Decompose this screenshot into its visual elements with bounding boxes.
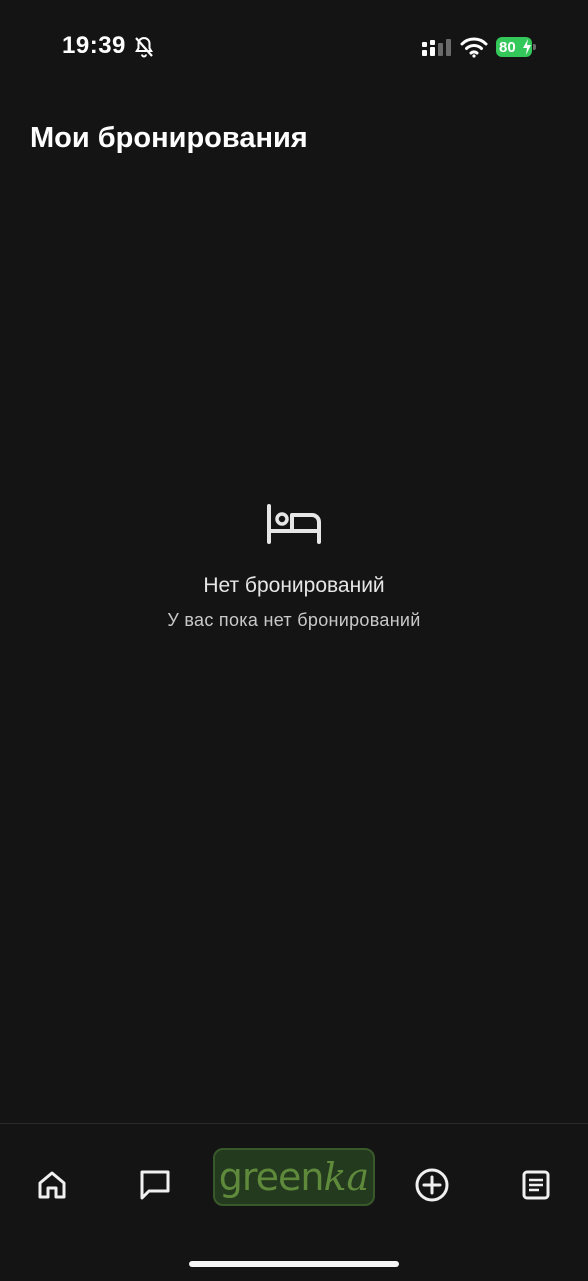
empty-state-title: Нет бронирований	[203, 574, 385, 597]
nav-home-button[interactable]	[24, 1157, 80, 1213]
chat-icon	[140, 1170, 170, 1200]
status-bar: 19:39 80	[0, 0, 588, 96]
brand-logo-accent: ka	[323, 1155, 370, 1199]
bed-icon	[267, 504, 321, 544]
bottom-nav: green ka	[0, 1123, 588, 1281]
home-indicator[interactable]	[189, 1261, 399, 1267]
wifi-icon	[460, 37, 488, 58]
brand-logo-button[interactable]: green ka	[213, 1148, 375, 1206]
home-icon	[38, 1171, 66, 1199]
signal-icon	[422, 39, 451, 56]
nav-add-button[interactable]	[404, 1157, 460, 1213]
page-title: Мои бронирования	[30, 122, 308, 154]
brand-logo-main: green	[218, 1155, 325, 1199]
bell-off-icon	[135, 36, 153, 58]
empty-state: Нет бронирований У вас пока нет брониров…	[0, 504, 588, 631]
add-circle-icon	[415, 1168, 449, 1202]
empty-state-subtitle: У вас пока нет бронирований	[167, 610, 421, 630]
nav-chat-button[interactable]	[127, 1157, 183, 1213]
nav-bookings-button[interactable]	[508, 1157, 564, 1213]
charging-bolt-icon	[523, 39, 531, 55]
battery-tip	[533, 44, 536, 50]
bookings-list-icon	[522, 1170, 550, 1200]
battery-icon: 80	[496, 37, 538, 57]
status-time: 19:39	[62, 32, 126, 59]
